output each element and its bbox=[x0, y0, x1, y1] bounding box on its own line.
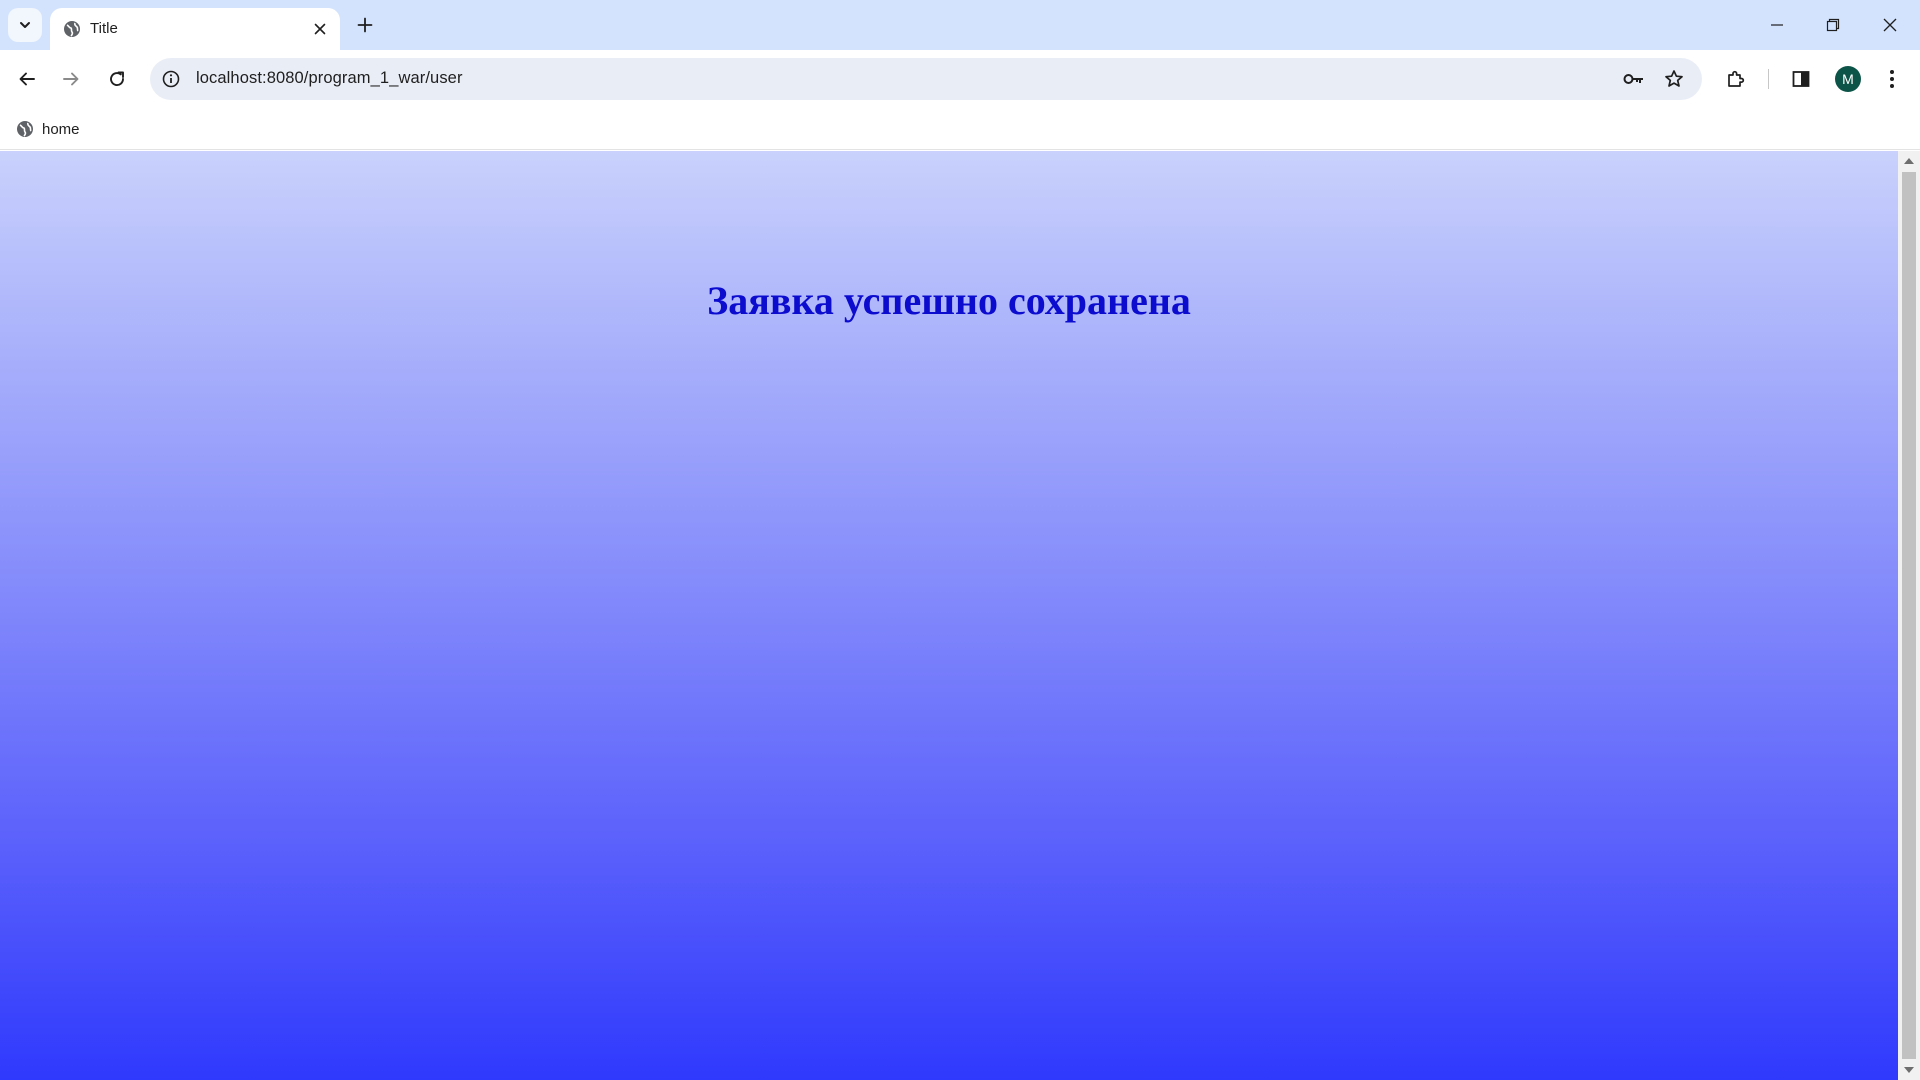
address-bar[interactable]: localhost:8080/program_1_war/user bbox=[150, 58, 1702, 100]
url-text[interactable]: localhost:8080/program_1_war/user bbox=[196, 69, 463, 88]
arrow-right-icon bbox=[62, 70, 80, 88]
globe-icon bbox=[63, 20, 81, 38]
reload-button[interactable] bbox=[99, 61, 135, 97]
bookmark-star-icon[interactable] bbox=[1662, 67, 1686, 91]
bookmarks-bar: home bbox=[0, 108, 1920, 150]
browser-toolbar: localhost:8080/program_1_war/user M bbox=[0, 50, 1920, 108]
restore-icon bbox=[1826, 18, 1840, 32]
puzzle-icon bbox=[1726, 69, 1746, 89]
tab-strip: Title bbox=[0, 0, 1920, 50]
arrow-left-icon bbox=[18, 70, 36, 88]
page-heading: Заявка успешно сохранена bbox=[707, 278, 1191, 323]
profile-avatar[interactable]: M bbox=[1835, 66, 1861, 92]
new-tab-button[interactable] bbox=[352, 12, 378, 38]
scroll-down-arrow-icon[interactable] bbox=[1898, 1062, 1920, 1078]
restore-button[interactable] bbox=[1813, 8, 1853, 42]
minimize-icon bbox=[1770, 18, 1784, 32]
extensions-button[interactable] bbox=[1718, 61, 1754, 97]
side-panel-button[interactable] bbox=[1783, 61, 1819, 97]
reload-icon bbox=[108, 70, 126, 88]
globe-icon bbox=[16, 120, 34, 138]
close-tab-icon[interactable] bbox=[310, 19, 330, 39]
plus-icon bbox=[357, 17, 373, 33]
back-button[interactable] bbox=[9, 61, 45, 97]
bookmark-home[interactable]: home bbox=[8, 114, 90, 144]
vertical-scrollbar[interactable] bbox=[1898, 151, 1920, 1080]
minimize-button[interactable] bbox=[1757, 8, 1797, 42]
page-viewport: Заявка успешно сохранена bbox=[0, 151, 1898, 1080]
key-icon[interactable] bbox=[1622, 67, 1646, 91]
scroll-up-arrow-icon[interactable] bbox=[1898, 153, 1920, 169]
side-panel-icon bbox=[1791, 69, 1811, 89]
bookmark-label: home bbox=[42, 120, 80, 138]
tab-search-button[interactable] bbox=[8, 8, 42, 42]
toolbar-divider bbox=[1768, 69, 1769, 89]
menu-button[interactable] bbox=[1874, 61, 1910, 97]
info-icon[interactable] bbox=[160, 68, 182, 90]
scrollbar-thumb[interactable] bbox=[1902, 172, 1916, 1059]
chevron-down-icon bbox=[18, 18, 32, 32]
close-window-button[interactable] bbox=[1870, 8, 1910, 42]
tab-title: Title bbox=[90, 20, 118, 37]
forward-button[interactable] bbox=[53, 61, 89, 97]
close-icon bbox=[1883, 18, 1897, 32]
more-vertical-icon bbox=[1889, 69, 1895, 89]
active-tab[interactable]: Title bbox=[50, 8, 340, 50]
